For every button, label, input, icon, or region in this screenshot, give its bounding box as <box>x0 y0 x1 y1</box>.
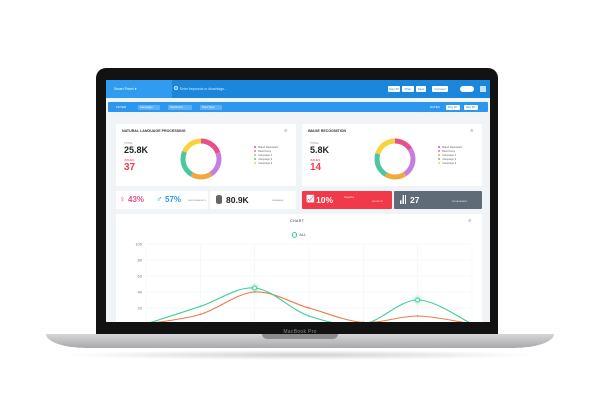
chart-card: CHART ⚙ ALL 100 80 60 40 20 0 <box>116 214 482 322</box>
legend-label: Campaign 3 <box>258 162 273 165</box>
chart-menu-icon[interactable]: ⚙ <box>468 218 472 223</box>
chart-legend-all[interactable]: ALL <box>292 232 306 238</box>
image-donut-chart <box>374 138 416 180</box>
chart-title: CHART <box>290 219 305 223</box>
date-select-start[interactable]: Day 30 <box>446 104 460 110</box>
legend-dot <box>254 154 257 157</box>
legend-dot <box>438 146 441 149</box>
y-tick-label: 80 <box>138 258 143 263</box>
engagement-label: ENGAGEMENT <box>452 201 468 203</box>
bar-chart-icon <box>400 195 406 204</box>
topbar-button-connect[interactable]: Connect <box>432 86 448 92</box>
negative-label: Negative <box>344 196 355 199</box>
filter-select-campaign[interactable]: Campaign <box>138 104 160 110</box>
nlp-card-title: NATURAL LANGUAGE PROCESSING <box>122 129 186 133</box>
image-issues-value: 14 <box>310 162 322 173</box>
series-point-1 <box>416 315 419 317</box>
database-value: 80.9K <box>226 195 249 205</box>
nlp-total-value: 25.8K <box>124 145 149 155</box>
legend-dot <box>254 162 257 165</box>
legend-label: Campaign 1 <box>258 154 273 157</box>
filter-label: FILTER <box>116 105 127 109</box>
legend-dot <box>438 162 441 165</box>
image-total-value: 5.8K <box>310 145 330 155</box>
y-tick-label: 20 <box>138 306 143 311</box>
toggle-switch[interactable] <box>460 86 474 92</box>
negative-percentage: 10% <box>316 195 334 205</box>
y-tick-label: 60 <box>138 274 143 279</box>
legend-dot <box>254 158 257 161</box>
negative-tile: 📈 10% Negative NEGATIVE <box>302 191 392 209</box>
series-point-1 <box>362 321 365 322</box>
legend-dot <box>254 150 257 153</box>
female-icon: ♀ <box>119 194 126 204</box>
legend-item: Campaign 3 <box>254 162 294 166</box>
database-icon <box>216 195 222 204</box>
image-card-menu-icon[interactable]: ⚙ <box>470 128 474 133</box>
image-recognition-card: IMAGE RECOGNITION ⚙ TOTAL 5.8K ISSUES 14… <box>302 124 482 186</box>
male-icon: ♂ <box>156 194 163 204</box>
legend-label: Campaign 1 <box>442 154 457 157</box>
laptop-screen: Smart Panel ▾ Enter keywords or #hashtag… <box>106 80 490 322</box>
image-card-title: IMAGE RECOGNITION <box>308 129 347 133</box>
legend-all-label: ALL <box>299 232 307 237</box>
brand-name: Smart Panel <box>114 87 134 91</box>
demographics-label: DEMOGRAPHICS <box>188 200 206 202</box>
search-input[interactable]: Enter keywords or #hashtags... <box>180 84 290 94</box>
nlp-card: NATURAL LANGUAGE PROCESSING ⚙ TOTAL 25.8… <box>116 124 296 186</box>
filter-bar: FILTER Campaign Sentiment Post Type DATE… <box>108 102 488 112</box>
y-tick-label: 40 <box>138 290 143 295</box>
filter-select-post-type[interactable]: Post Type <box>200 104 222 110</box>
nlp-donut-chart <box>180 138 222 180</box>
database-tile: 80.9K DATABASE <box>210 191 296 209</box>
laptop-model-label: MacBook Pro <box>283 329 317 335</box>
legend-item: Campaign 3 <box>438 162 480 166</box>
line-chart: 100 80 60 40 20 0 <box>135 242 473 323</box>
legend-label: Campaign 2 <box>258 158 273 161</box>
topbar-button-day30[interactable]: Day 30 <box>388 86 400 92</box>
legend-dot <box>438 150 441 153</box>
female-percentage: 43% <box>128 195 145 204</box>
demographics-tile: ♀ 43% ♂ 57% DEMOGRAPHICS <box>116 191 208 209</box>
y-tick-label: 100 <box>135 242 142 247</box>
legend-label: Brand Reputation <box>442 146 463 149</box>
legend-label: Campaign 3 <box>442 162 457 165</box>
filter-select-sentiment[interactable]: Sentiment <box>168 104 192 110</box>
date-select-end[interactable]: Day 30 <box>464 104 478 110</box>
legend-label: Campaign 2 <box>442 158 457 161</box>
topbar-button-filter[interactable]: Filter <box>402 86 414 92</box>
legend-all-dot <box>292 232 298 238</box>
male-percentage: 57% <box>165 195 182 204</box>
series-point-0[interactable] <box>415 297 421 303</box>
legend-label: Real Users <box>442 150 456 153</box>
nlp-issues-value: 37 <box>124 162 136 173</box>
nlp-legend: Brand Reputation Real Users Campaign 1 C… <box>254 146 294 166</box>
series-point-1 <box>253 291 256 293</box>
legend-dot <box>438 158 441 161</box>
legend-dot <box>254 146 257 149</box>
y-tick-label: 0 <box>140 322 143 323</box>
image-legend: Brand Reputation Real Users Campaign 1 C… <box>438 146 480 166</box>
brand-selector[interactable]: Smart Panel ▾ <box>106 80 172 98</box>
trend-chart-icon: 📈 <box>306 196 315 203</box>
legend-label: Real Users <box>258 150 272 153</box>
series-point-1 <box>308 307 310 309</box>
negative-sub-label: NEGATIVE <box>372 201 383 203</box>
series-point-0[interactable] <box>252 285 258 291</box>
legend-dot <box>438 154 441 157</box>
engagement-value: 27 <box>410 195 420 205</box>
search-icon <box>174 86 178 90</box>
series-point-0 <box>199 305 202 308</box>
legend-label: Brand Reputation <box>258 146 279 149</box>
series-point-1 <box>199 313 202 316</box>
nlp-card-menu-icon[interactable]: ⚙ <box>284 128 288 133</box>
laptop-shadow <box>60 350 540 360</box>
topbar-button-save[interactable]: Save <box>416 86 426 92</box>
database-label: DATABASE <box>272 200 284 202</box>
series-point-0 <box>308 315 310 317</box>
engagement-tile: 27 ENGAGEMENT <box>394 191 482 209</box>
dates-label: DATES <box>430 105 440 109</box>
grid-menu-icon[interactable] <box>480 86 486 92</box>
